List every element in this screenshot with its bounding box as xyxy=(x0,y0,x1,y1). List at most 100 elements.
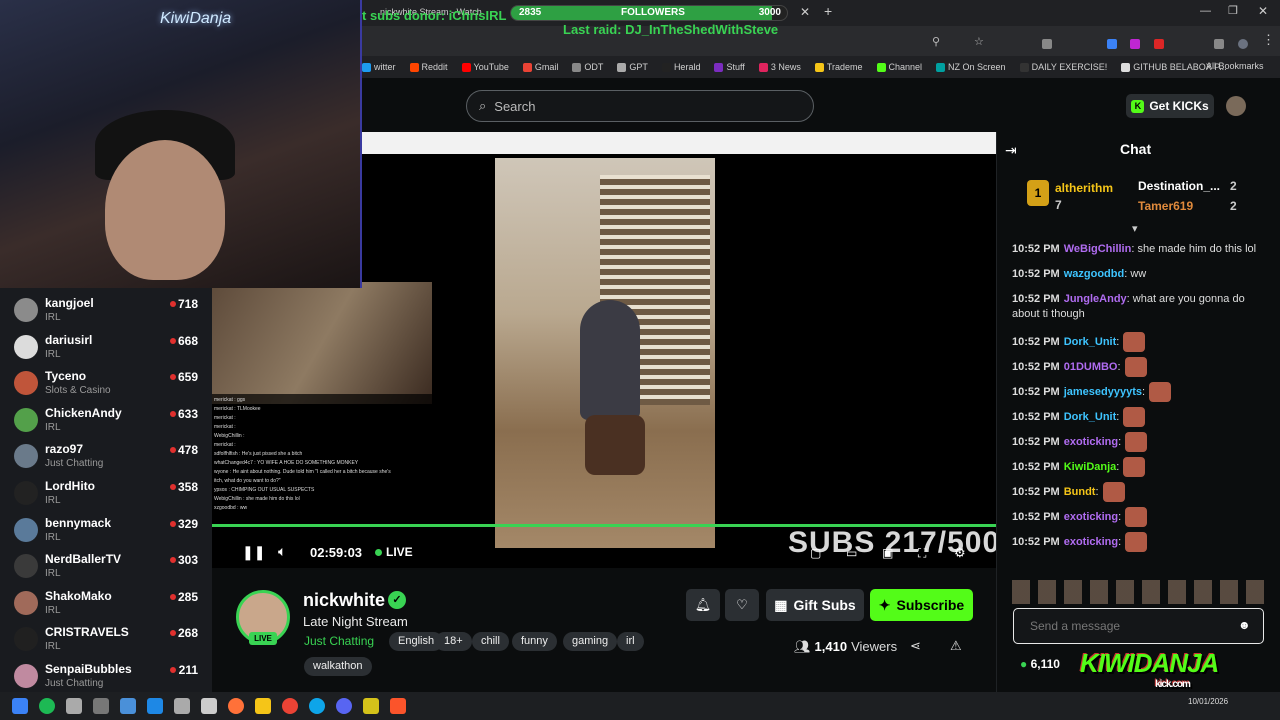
close-tab-icon[interactable]: ✕ xyxy=(800,5,810,19)
windows-start-icon[interactable] xyxy=(12,698,28,714)
app-icon[interactable] xyxy=(174,698,190,714)
firefox-icon[interactable] xyxy=(228,698,244,714)
chat-username[interactable]: Dork_Unit xyxy=(1064,336,1117,348)
bookmark-item[interactable]: Channel xyxy=(876,62,922,72)
emote-bar[interactable] xyxy=(1012,580,1268,604)
fullscreen-icon[interactable]: ⛶ xyxy=(918,546,926,561)
get-kicks-button[interactable]: K Get KICKs xyxy=(1126,94,1214,118)
chat-username[interactable]: 01DUMBO xyxy=(1064,361,1118,373)
discord-icon[interactable] xyxy=(336,698,352,714)
minimize-icon[interactable]: — xyxy=(1200,5,1211,17)
edge-icon[interactable] xyxy=(309,698,325,714)
chat-username[interactable]: KiwiDanja xyxy=(1064,461,1117,473)
stream-tag[interactable]: chill xyxy=(472,632,509,651)
sidebar-channel-item[interactable]: LordHito IRL 358 xyxy=(0,477,212,513)
extension-icon[interactable] xyxy=(1130,36,1140,54)
settings-icon[interactable] xyxy=(93,698,109,714)
bookmark-item[interactable]: Stuff xyxy=(714,62,745,72)
leaderboard-user[interactable]: altherithm xyxy=(1055,181,1113,195)
bookmark-item[interactable]: Reddit xyxy=(409,62,448,72)
bookmark-item[interactable]: NZ On Screen xyxy=(936,62,1006,72)
extension-icon[interactable] xyxy=(1042,36,1052,54)
profile-icon[interactable] xyxy=(1238,36,1248,54)
stream-tag[interactable]: 18+ xyxy=(435,632,472,651)
leaderboard-user[interactable]: Tamer619 xyxy=(1138,199,1193,213)
all-bookmarks[interactable]: All Bookmarks xyxy=(1206,61,1264,71)
chat-username[interactable]: exoticking xyxy=(1064,436,1118,448)
sidebar-channel-item[interactable]: ChickenAndy IRL 633 xyxy=(0,404,212,440)
new-tab-icon[interactable]: + xyxy=(824,3,832,19)
stream-category[interactable]: Just Chatting xyxy=(304,634,374,648)
sidebar-channel-item[interactable]: dariusirl IRL 668 xyxy=(0,331,212,367)
bookmark-item[interactable]: Trademe xyxy=(814,62,863,72)
stream-tag[interactable]: walkathon xyxy=(304,657,372,676)
expand-leaderboard-icon[interactable]: ▾ xyxy=(1132,222,1138,235)
bookmark-item[interactable]: Gmail xyxy=(522,62,558,72)
brave-icon[interactable] xyxy=(390,698,406,714)
settings-gear-icon[interactable]: ⚙ xyxy=(954,545,966,561)
sidebar-channel-item[interactable]: kangjoel IRL 718 xyxy=(0,294,212,330)
bookmark-item[interactable]: GPT xyxy=(617,62,648,72)
bookmark-item[interactable]: ODT xyxy=(572,62,603,72)
bookmark-item[interactable]: 3 News xyxy=(758,62,801,72)
app-icon[interactable] xyxy=(66,698,82,714)
leaderboard-user[interactable]: Destination_... xyxy=(1138,179,1220,193)
file-explorer-icon[interactable] xyxy=(255,698,271,714)
sidebar-channel-item[interactable]: ShakoMako IRL 285 xyxy=(0,587,212,623)
live-indicator[interactable]: LIVE xyxy=(375,545,413,559)
emoji-picker-icon[interactable]: ☻ xyxy=(1238,618,1251,632)
bookmark-item[interactable]: DAILY EXERCISE! xyxy=(1019,62,1107,72)
bookmark-star-icon[interactable]: ☆ xyxy=(974,35,984,48)
bookmark-item[interactable]: Herald xyxy=(661,62,700,72)
sidebar-channel-item[interactable]: Tyceno Slots & Casino 659 xyxy=(0,367,212,403)
chrome-icon[interactable] xyxy=(282,698,298,714)
bookmark-item[interactable]: YouTube xyxy=(461,62,509,72)
pause-icon[interactable]: ❚❚ xyxy=(242,544,265,561)
maximize-icon[interactable]: ❐ xyxy=(1228,4,1238,17)
chat-username[interactable]: exoticking xyxy=(1064,511,1118,523)
bookmark-item[interactable]: witter xyxy=(362,62,396,72)
sidebar-channel-item[interactable]: bennymack IRL 329 xyxy=(0,514,212,550)
search-input[interactable]: ⌕ Search xyxy=(466,90,814,122)
menu-icon[interactable] xyxy=(1214,36,1224,54)
sidebar-channel-item[interactable]: CRISTRAVELS IRL 268 xyxy=(0,623,212,659)
user-avatar[interactable] xyxy=(1226,96,1246,116)
app-icon[interactable] xyxy=(363,698,379,714)
chat-username[interactable]: JungleAndy xyxy=(1064,293,1127,305)
stream-tag[interactable]: irl xyxy=(617,632,644,651)
follow-button[interactable]: ♡ xyxy=(725,589,759,621)
channel-points[interactable]: ● 6,110 xyxy=(1020,657,1060,671)
channel-name[interactable]: nickwhite xyxy=(303,590,385,611)
chat-username[interactable]: jamesedyyyyts xyxy=(1064,386,1142,398)
notification-bell-button[interactable]: 🔔︎ xyxy=(686,589,720,621)
stream-tag[interactable]: gaming xyxy=(563,632,618,651)
pip-icon[interactable]: ▣ xyxy=(882,546,893,560)
chat-username[interactable]: wazgoodbd xyxy=(1064,268,1125,280)
stream-tag[interactable]: funny xyxy=(512,632,557,651)
app-icon[interactable] xyxy=(147,698,163,714)
kebab-menu-icon[interactable]: ⋮ xyxy=(1262,32,1275,48)
report-icon[interactable]: ⚠ xyxy=(950,638,962,654)
subscribe-button[interactable]: ✦ Subscribe xyxy=(870,589,973,621)
volume-icon[interactable]: 🔈︎ xyxy=(278,543,286,560)
app-icon[interactable] xyxy=(201,698,217,714)
chat-username[interactable]: Bundt xyxy=(1064,486,1096,498)
spotify-icon[interactable] xyxy=(39,698,55,714)
share-icon[interactable]: ⋖ xyxy=(910,638,921,654)
clip-icon[interactable]: ▢ xyxy=(810,546,821,560)
chat-username[interactable]: WeBigChillin xyxy=(1064,243,1132,255)
extension-icon[interactable] xyxy=(1154,36,1164,54)
sidebar-channel-item[interactable]: NerdBallerTV IRL 303 xyxy=(0,550,212,586)
zoom-icon[interactable]: ⚲ xyxy=(932,35,940,48)
collapse-chat-icon[interactable]: ⇥ xyxy=(1005,142,1017,159)
sidebar-channel-item[interactable]: razo97 Just Chatting 478 xyxy=(0,440,212,476)
app-icon[interactable] xyxy=(120,698,136,714)
close-window-icon[interactable]: ✕ xyxy=(1258,4,1268,18)
theater-icon[interactable]: ▭ xyxy=(846,546,857,560)
sidebar-channel-item[interactable]: SenpaiBubbles Just Chatting 211 xyxy=(0,660,212,696)
gift-subs-button[interactable]: ▦ Gift Subs xyxy=(766,589,864,621)
extension-icon[interactable] xyxy=(1107,36,1117,54)
chat-input[interactable]: Send a message xyxy=(1013,608,1264,644)
chat-username[interactable]: exoticking xyxy=(1064,536,1118,548)
chat-username[interactable]: Dork_Unit xyxy=(1064,411,1117,423)
